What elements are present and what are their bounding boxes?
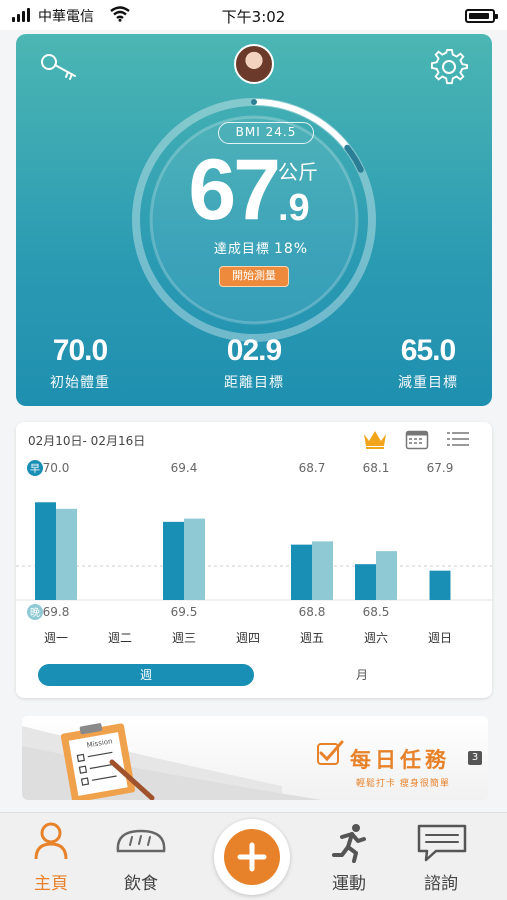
nav-home[interactable]: 主頁: [6, 813, 96, 900]
stat-value: 70.0: [52, 334, 108, 367]
weekly-weight-chart: 早 晚 70.0 69.8 週一 週二 69.4 69.5 週三 週四 68.7 68.8 週五 68…: [16, 460, 492, 645]
bar-evening-4[interactable]: [312, 541, 333, 600]
day-label: 週二: [108, 631, 132, 645]
nav-diet[interactable]: 飲食: [96, 813, 186, 900]
weight-integer: 67: [188, 142, 281, 238]
bar-evening-5[interactable]: [376, 551, 397, 600]
bmi-value: 24.5: [265, 125, 297, 139]
calendar-icon[interactable]: [405, 428, 429, 450]
mission-title: 每日任務: [350, 748, 450, 772]
stat-distance-to-goal: 02.9 距離目標: [194, 334, 314, 392]
bmi-label: BMI: [235, 125, 261, 139]
nav-exercise[interactable]: 運動: [304, 813, 394, 900]
app-root: 中華電信 下午3:02 BMI 24.5 67 公斤 .9 達成目標 18% 開…: [0, 0, 507, 900]
weight-unit: 公斤: [278, 160, 318, 184]
evening-value-label: 69.8: [43, 605, 70, 619]
add-record-button[interactable]: [214, 819, 290, 895]
goal-label: 達成目標: [213, 242, 270, 257]
morning-value-label: 68.1: [363, 461, 390, 475]
bar-morning-4[interactable]: [291, 544, 312, 600]
plus-icon: [224, 829, 280, 885]
crown-icon[interactable]: [362, 428, 388, 450]
gear-icon[interactable]: [430, 48, 468, 86]
day-label: 週四: [236, 631, 260, 645]
list-icon[interactable]: [446, 428, 470, 450]
day-label: 週五: [300, 631, 324, 645]
evening-value-label: 69.5: [171, 605, 198, 619]
running-icon: [332, 824, 366, 863]
bread-icon: [116, 829, 166, 853]
battery-icon: [465, 9, 498, 23]
day-label: 週三: [172, 631, 196, 645]
goal-progress-text: 達成目標 18%: [166, 238, 356, 257]
weekly-chart-card: 02月10日- 02月16日 早 晚 70.0 69.8 週一 週二 69.4 69.5 週…: [16, 422, 492, 698]
morning-value-label: 69.4: [171, 461, 198, 475]
mission-subtitle: 輕鬆打卡 瘦身很簡單: [356, 779, 450, 789]
nav-consult[interactable]: 諮詢: [396, 813, 486, 900]
day-label: 週日: [428, 631, 452, 645]
checkbox-icon: [317, 740, 344, 765]
status-time: 下午3:02: [221, 8, 286, 26]
chat-icon: [417, 824, 467, 862]
nav-label: 飲食: [124, 874, 158, 894]
stat-value: 02.9: [226, 334, 282, 367]
stat-label: 減重目標: [398, 375, 458, 391]
bar-evening-0[interactable]: [56, 508, 77, 600]
tab-week[interactable]: 週: [38, 664, 254, 686]
stat-target-weight: 65.0 減重目標: [368, 334, 488, 392]
nav-label: 運動: [332, 874, 366, 894]
day-label: 週一: [44, 631, 68, 645]
daily-mission-banner[interactable]: Mission 每日任務 3 輕鬆打卡 瘦身很簡單: [22, 716, 488, 800]
period-toggle: 週 月: [38, 664, 470, 686]
mission-count-badge: 3: [468, 751, 482, 765]
day-label: 週六: [364, 631, 388, 645]
morning-value-label: 67.9: [427, 461, 454, 475]
morning-marker: 早: [30, 463, 40, 475]
stat-initial-weight: 70.0 初始體重: [20, 334, 140, 392]
avatar[interactable]: [234, 44, 274, 84]
stat-label: 距離目標: [224, 375, 284, 391]
bottom-navigation: 主頁 飲食 運動 諮詢: [0, 812, 507, 900]
stat-value: 65.0: [400, 334, 456, 367]
stat-label: 初始體重: [50, 375, 110, 391]
bar-evening-2[interactable]: [184, 518, 205, 600]
bmi-badge: BMI 24.5: [218, 122, 314, 144]
date-range: 02月10日- 02月16日: [28, 434, 146, 448]
status-bar: 中華電信 下午3:02: [0, 0, 507, 30]
evening-marker: 晚: [30, 607, 40, 619]
bar-morning-2[interactable]: [163, 521, 184, 600]
start-measure-button[interactable]: 開始測量: [219, 266, 289, 287]
bar-morning-5[interactable]: [355, 564, 376, 600]
weight-summary-card: BMI 24.5 67 公斤 .9 達成目標 18% 開始測量 70.0 初始體重…: [16, 34, 492, 406]
bar-morning-6[interactable]: [429, 570, 451, 600]
evening-value-label: 68.8: [299, 605, 326, 619]
nav-label: 諮詢: [424, 874, 458, 894]
bar-morning-0[interactable]: [35, 502, 56, 600]
nav-label: 主頁: [34, 874, 68, 894]
goal-percentage: 18%: [273, 241, 309, 257]
morning-value-label: 68.7: [299, 461, 326, 475]
person-icon: [34, 822, 68, 860]
weight-decimal: .9: [278, 187, 310, 229]
key-icon[interactable]: [40, 52, 80, 82]
tab-month[interactable]: 月: [254, 664, 470, 686]
morning-value-label: 70.0: [43, 461, 70, 475]
evening-value-label: 68.5: [363, 605, 390, 619]
